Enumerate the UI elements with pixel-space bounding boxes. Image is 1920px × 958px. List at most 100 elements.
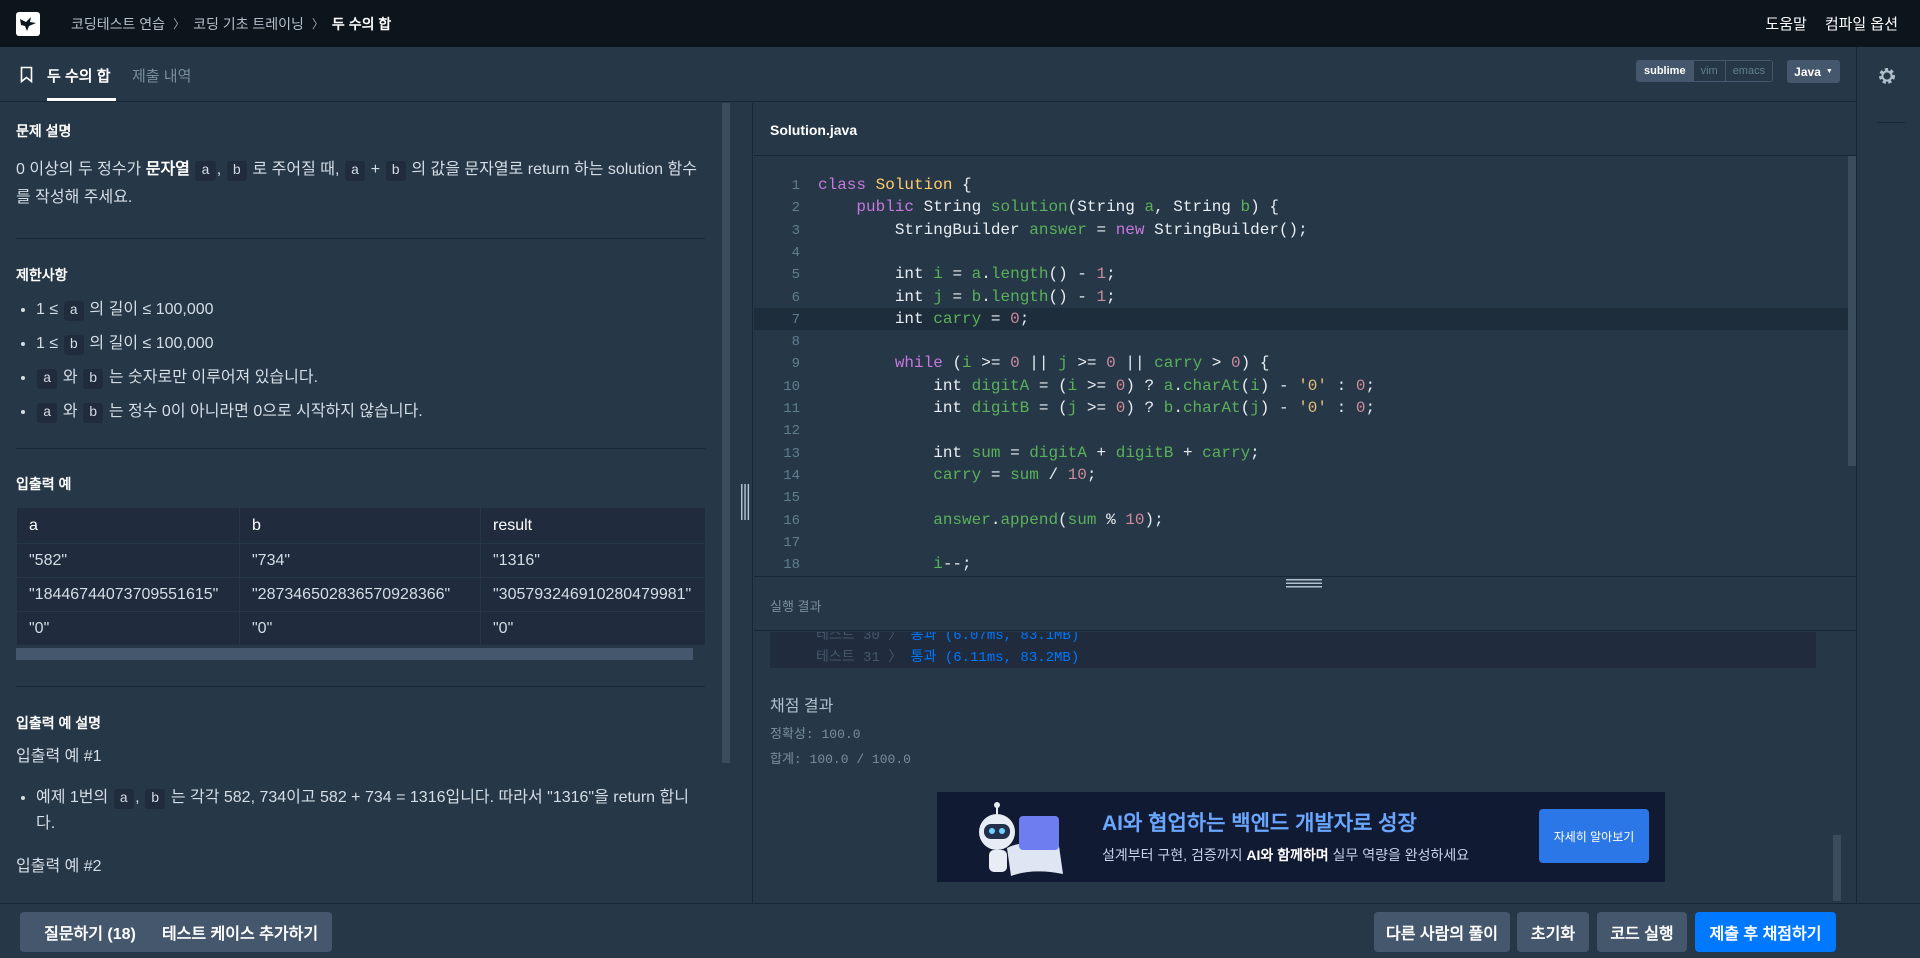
mode-sublime[interactable]: sublime — [1637, 61, 1693, 81]
tab-bar: 두 수의 합 제출 내역 sublime vim emacs Java ▼ — [0, 47, 1856, 102]
problem-panel: 문제 설명 0 이상의 두 정수가 문자열 a, b 로 주어질 때, a + … — [0, 103, 730, 903]
constraint-item: 1 ≤ b 의 길이 ≤ 100,000 — [36, 329, 696, 363]
language-select[interactable]: Java ▼ — [1787, 60, 1840, 83]
problem-scrollbar[interactable] — [722, 103, 730, 763]
table-row: "582" "734" "1316" — [16, 543, 706, 578]
others-solutions-button[interactable]: 다른 사람의 풀이 — [1374, 912, 1510, 952]
table-cell: "0" — [239, 611, 481, 646]
breadcrumb-training[interactable]: 코딩 기초 트레이닝 — [193, 14, 304, 34]
example-2-title: 입출력 예 #2 — [16, 858, 102, 875]
top-navbar: 코딩테스트 연습 〉 코딩 기초 트레이닝 〉 두 수의 합 도움말 컴파일 옵… — [0, 0, 1920, 47]
table-cell: "305793246910280479981" — [480, 577, 706, 612]
help-link[interactable]: 도움말 — [1765, 13, 1806, 34]
accuracy-score: 정확성: 100.0 — [770, 727, 861, 742]
test-result-row: 테스트 31 〉 통과 (6.11ms, 83.2MB) — [816, 650, 1080, 666]
code-line: 13 int sum = digitA + digitB + carry; — [783, 443, 1260, 462]
code-line: 8 — [791, 334, 800, 351]
desc-text: 0 이상의 두 정수가 — [16, 161, 146, 178]
table-cell: "582" — [16, 543, 240, 578]
table-cell: "0" — [16, 611, 240, 646]
code-line: 4 — [791, 244, 800, 261]
code-b: b — [226, 161, 248, 181]
grading-title: 채점 결과 — [770, 698, 834, 715]
caret-down-icon: ▼ — [1825, 68, 1833, 75]
breadcrumb-practice[interactable]: 코딩테스트 연습 — [71, 14, 165, 34]
breadcrumb-current: 두 수의 합 — [331, 15, 392, 32]
example-1-item: 예제 1번의 a, b 는 각각 582, 734이고 582 + 734 = … — [36, 785, 706, 837]
io-example-table: a b result "582" "734" "1316" "184467440… — [16, 507, 706, 646]
code-line: 6 int j = b.length() - 1; — [791, 287, 1116, 306]
divider — [1877, 122, 1905, 123]
code-a: a — [344, 161, 366, 181]
io-explain-title: 입출력 예 설명 — [16, 715, 102, 731]
code-line: 3 StringBuilder answer = new StringBuild… — [791, 220, 1308, 239]
bottom-action-bar: 질문하기 (18) 테스트 케이스 추가하기 다른 사람의 풀이 초기화 코드 … — [0, 903, 1920, 958]
io-title: 입출력 예 — [16, 476, 72, 492]
desc-text: 로 주어질 때, — [248, 161, 344, 178]
table-horizontal-scrollbar[interactable] — [16, 648, 693, 660]
example-1-list: 예제 1번의 a, b 는 각각 582, 734이고 582 + 734 = … — [16, 785, 706, 837]
code-line: 1 class Solution { — [791, 176, 972, 194]
test-result-row: 테스트 30 〉 통과 (6.07ms, 83.1MB) — [816, 632, 1080, 644]
result-title: 실행 결과 — [770, 599, 822, 614]
gear-icon[interactable] — [1877, 66, 1897, 91]
desc-plus: + — [366, 161, 385, 178]
add-testcase-button[interactable]: 테스트 케이스 추가하기 — [148, 912, 332, 952]
code-line: 12 — [783, 423, 800, 440]
table-cell: "287346502836570928366" — [239, 577, 481, 612]
total-score: 합계: 100.0 / 100.0 — [770, 752, 911, 767]
code-b: b — [385, 161, 406, 181]
table-row: "0" "0" "0" — [16, 611, 706, 646]
constraint-item: 1 ≤ a 의 길이 ≤ 100,000 — [36, 295, 696, 329]
tab-problem[interactable]: 두 수의 합 — [47, 65, 111, 86]
drag-handle-icon[interactable] — [740, 484, 750, 525]
compile-options-link[interactable]: 컴파일 옵션 — [1825, 13, 1898, 34]
divider — [16, 238, 705, 239]
question-button[interactable]: 질문하기 (18) — [20, 912, 160, 952]
column-header: b — [239, 507, 481, 544]
problem-description: 0 이상의 두 정수가 문자열 a, b 로 주어질 때, a + b 의 값을… — [16, 156, 706, 212]
code-line: 10 int digitA = (i >= 0) ? a.charAt(i) -… — [783, 376, 1376, 395]
constraints-title: 제한사항 — [16, 267, 68, 283]
code-line: 16 answer.append(sum % 10); — [783, 510, 1164, 529]
divider — [16, 448, 705, 449]
reset-button[interactable]: 초기화 — [1517, 912, 1589, 952]
mode-emacs[interactable]: emacs — [1724, 61, 1773, 81]
mode-vim[interactable]: vim — [1692, 61, 1725, 81]
editor-filename: Solution.java — [770, 122, 858, 138]
editor-mode-toggle: sublime vim emacs — [1636, 60, 1774, 82]
code-line: 9 while (i >= 0 || j >= 0 || carry > 0) … — [791, 354, 1270, 373]
code-line: 15 — [783, 490, 800, 507]
code-editor[interactable]: 1 class Solution { 2 public String soluti… — [754, 156, 1848, 576]
table-cell: "18446744073709551615" — [16, 577, 240, 612]
editor-scrollbar[interactable] — [1848, 156, 1856, 466]
chevron-right-icon: 〉 — [173, 17, 186, 31]
table-cell: "734" — [239, 543, 481, 578]
robot-illustration-icon — [979, 802, 1063, 876]
submit-button[interactable]: 제출 후 채점하기 — [1695, 912, 1836, 952]
bookmark-icon[interactable] — [20, 66, 33, 88]
code-line-active: 7 int carry = 0; — [754, 307, 1848, 331]
code-a: a — [195, 161, 216, 181]
editor-header: Solution.java — [754, 103, 1856, 156]
result-scrollbar[interactable] — [1833, 835, 1841, 901]
tab-submissions[interactable]: 제출 내역 — [132, 65, 191, 86]
code-line: 5 int i = a.length() - 1; — [791, 265, 1116, 284]
code-line: 17 — [783, 534, 800, 551]
resize-handle-icon[interactable] — [1286, 577, 1322, 595]
programmers-logo-icon[interactable] — [16, 11, 40, 36]
active-tab-indicator — [47, 98, 116, 101]
desc-bold: 문자열 — [145, 161, 190, 178]
run-code-button[interactable]: 코드 실행 — [1597, 912, 1687, 952]
ad-banner[interactable]: AI와 협업하는 백엔드 개발자로 성장 설계부터 구현, 검증까지 AI와 함… — [937, 792, 1665, 882]
constraint-item: a 와 b 는 정수 0이 아니라면 0으로 시작하지 않습니다. — [36, 397, 696, 431]
ad-learn-more-button[interactable]: 자세히 알아보기 — [1539, 809, 1649, 863]
column-header: result — [480, 507, 706, 544]
ad-title: AI와 협업하는 백엔드 개발자로 성장 — [1102, 812, 1417, 835]
table-cell: "1316" — [480, 543, 706, 578]
code-line: 2 public String solution(String a, Strin… — [791, 198, 1279, 217]
constraint-item: a 와 b 는 숫자로만 이루어져 있습니다. — [36, 363, 696, 397]
code-line: 14 carry = sum / 10; — [783, 465, 1097, 484]
code-line: 11 int digitB = (j >= 0) ? b.charAt(j) -… — [783, 399, 1376, 417]
chevron-right-icon: 〉 — [311, 17, 324, 31]
